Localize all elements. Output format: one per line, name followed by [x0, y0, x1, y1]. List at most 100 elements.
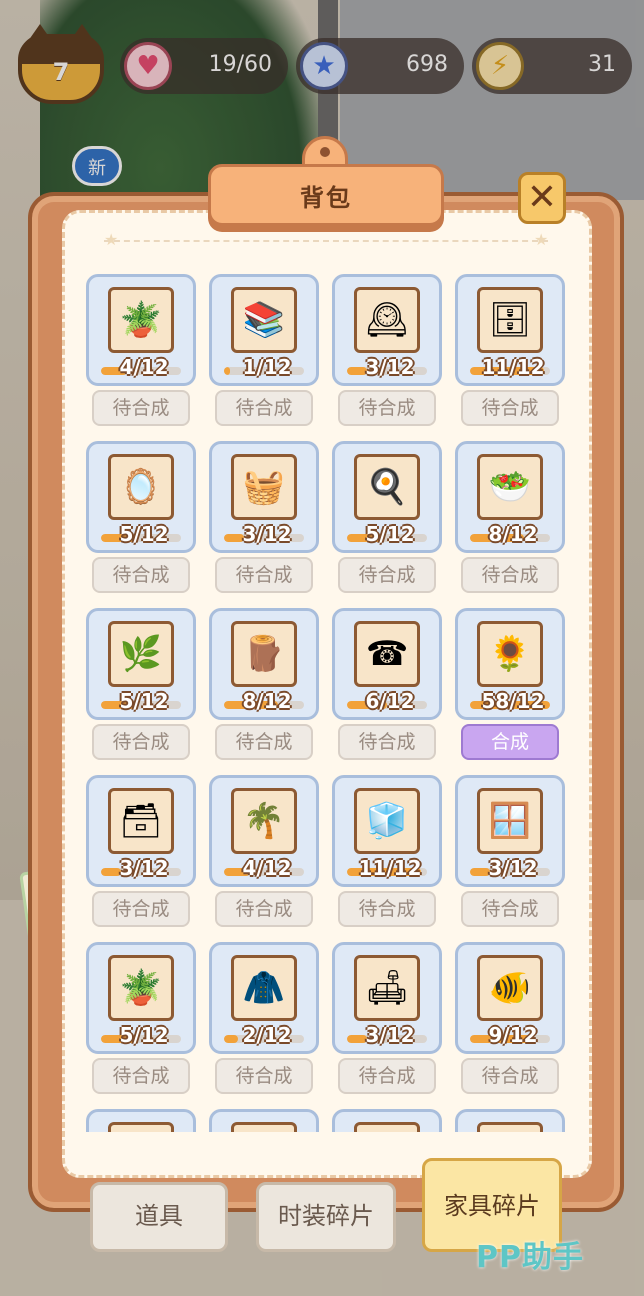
pending-synthesis-button[interactable]: 待合成	[92, 724, 190, 760]
item-card[interactable]: 🪴 5/12	[86, 942, 196, 1054]
star-icon: ★	[104, 230, 119, 249]
item-card[interactable]: 🗄 11/12	[455, 274, 565, 386]
item-count: 4/12	[119, 355, 169, 379]
item-card[interactable]: 🪟 3/12	[455, 775, 565, 887]
item-card[interactable]: 🌴 4/12	[209, 775, 319, 887]
item-cell: 🧺 3/12 待合成	[209, 441, 319, 608]
pending-synthesis-button[interactable]: 待合成	[215, 390, 313, 426]
partial-item-3-icon: 📦	[354, 1122, 420, 1132]
palm-plant-icon: 🌴	[231, 788, 297, 854]
item-card[interactable]: 🌻 58/12	[455, 608, 565, 720]
side-table-icon: 🗄	[477, 287, 543, 353]
item-card[interactable]: 🌿 5/12	[86, 608, 196, 720]
item-count: 1/12	[242, 355, 292, 379]
pending-synthesis-button[interactable]: 待合成	[338, 557, 436, 593]
item-count: 2/12	[242, 1023, 292, 1047]
item-card[interactable]: 🕰 3/12	[332, 274, 442, 386]
pending-synthesis-button[interactable]: 待合成	[461, 1058, 559, 1094]
item-card[interactable]: 📚 1/12	[209, 274, 319, 386]
item-card[interactable]: 🗃 3/12	[86, 775, 196, 887]
pending-synthesis-button[interactable]: 待合成	[461, 390, 559, 426]
item-card[interactable]: 🥗 8/12	[455, 441, 565, 553]
item-cell: 🪑	[209, 1109, 319, 1132]
pending-synthesis-button[interactable]: 待合成	[338, 390, 436, 426]
item-cell: 📦	[332, 1109, 442, 1132]
item-count: 8/12	[488, 522, 538, 546]
item-cell: 🧊 11/12 待合成	[332, 775, 442, 942]
title-divider	[104, 240, 548, 242]
item-count: 3/12	[242, 522, 292, 546]
item-cell: 📚 1/12 待合成	[209, 274, 319, 441]
bookshelf-icon: 📚	[231, 287, 297, 353]
item-card[interactable]: 🧺 3/12	[209, 441, 319, 553]
item-card[interactable]: ☎ 6/12	[332, 608, 442, 720]
pending-synthesis-button[interactable]: 待合成	[338, 891, 436, 927]
pending-synthesis-button[interactable]: 待合成	[338, 724, 436, 760]
item-count: 11/12	[358, 856, 422, 880]
item-card[interactable]: 🪴 4/12	[86, 274, 196, 386]
item-card[interactable]: 🖼	[455, 1109, 565, 1132]
partial-item-4-icon: 🖼	[477, 1122, 543, 1132]
item-card[interactable]: 🧥 2/12	[209, 942, 319, 1054]
close-button[interactable]: ✕	[518, 172, 566, 224]
hanging-plant-icon: 🌿	[108, 621, 174, 687]
item-cell: 🧥 2/12 待合成	[209, 942, 319, 1109]
item-card[interactable]: 🛋 3/12	[332, 942, 442, 1054]
pending-synthesis-button[interactable]: 待合成	[92, 891, 190, 927]
item-cell: 🌿 5/12 待合成	[86, 608, 196, 775]
pending-synthesis-button[interactable]: 待合成	[215, 891, 313, 927]
item-card[interactable]: 📦	[332, 1109, 442, 1132]
stove-icon: 🍳	[354, 454, 420, 520]
watermark: PP助手	[476, 1240, 584, 1275]
tab-fashion-fragments[interactable]: 时装碎片	[256, 1182, 396, 1252]
pending-synthesis-button[interactable]: 待合成	[461, 891, 559, 927]
item-grid-scroll[interactable]: 🪴 4/12 待合成 📚 1/12 待合成 🕰 3/12 待合成 🗄 11/12 待合成 🪞 5/12 待合…	[62, 258, 592, 1132]
item-card[interactable]: 🧊 11/12	[332, 775, 442, 887]
item-count: 9/12	[488, 1023, 538, 1047]
pending-synthesis-button[interactable]: 待合成	[92, 390, 190, 426]
item-count: 3/12	[119, 856, 169, 880]
item-card[interactable]: 🪞 5/12	[86, 441, 196, 553]
item-card[interactable]: 🍳 5/12	[332, 441, 442, 553]
item-count: 58/12	[481, 689, 545, 713]
pending-synthesis-button[interactable]: 待合成	[338, 1058, 436, 1094]
item-cell: 🐠 9/12 待合成	[455, 942, 565, 1109]
synthesize-button[interactable]: 合成	[461, 724, 559, 760]
item-count: 3/12	[365, 355, 415, 379]
coat-rack-icon: 🧥	[231, 955, 297, 1021]
pending-synthesis-button[interactable]: 待合成	[215, 724, 313, 760]
item-cell: 🗃 3/12 待合成	[86, 775, 196, 942]
item-cell: ☎ 6/12 待合成	[332, 608, 442, 775]
item-cell: 🍳 5/12 待合成	[332, 441, 442, 608]
pending-synthesis-button[interactable]: 待合成	[215, 1058, 313, 1094]
item-count: 5/12	[119, 689, 169, 713]
refrigerator-icon: 🧊	[354, 788, 420, 854]
item-card[interactable]: 🐠 9/12	[455, 942, 565, 1054]
item-grid: 🪴 4/12 待合成 📚 1/12 待合成 🕰 3/12 待合成 🗄 11/12 待合成 🪞 5/12 待合…	[86, 274, 565, 1132]
item-cell: 🗄 11/12 待合成	[455, 274, 565, 441]
item-count: 5/12	[119, 522, 169, 546]
tab-items[interactable]: 道具	[90, 1182, 228, 1252]
item-cell: 🌱	[86, 1109, 196, 1132]
item-cell: 🖼	[455, 1109, 565, 1132]
item-cell: 🪵 8/12 待合成	[209, 608, 319, 775]
panel-title: 背包	[300, 184, 352, 212]
pending-synthesis-button[interactable]: 待合成	[92, 557, 190, 593]
monstera-plant-icon: 🪴	[108, 955, 174, 1021]
wall-shelf-plank-icon: 🪵	[231, 621, 297, 687]
cutting-board-icon: 🥗	[477, 454, 543, 520]
item-count: 5/12	[365, 522, 415, 546]
item-card[interactable]: 🪵 8/12	[209, 608, 319, 720]
item-count: 3/12	[365, 1023, 415, 1047]
pending-synthesis-button[interactable]: 待合成	[215, 557, 313, 593]
item-card[interactable]: 🌱	[86, 1109, 196, 1132]
item-cell: 🕰 3/12 待合成	[332, 274, 442, 441]
pending-synthesis-button[interactable]: 待合成	[92, 1058, 190, 1094]
item-count: 8/12	[242, 689, 292, 713]
flower-pot-icon: 🌻	[477, 621, 543, 687]
pending-synthesis-button[interactable]: 待合成	[461, 557, 559, 593]
lattice-screen-icon: 🪟	[477, 788, 543, 854]
wall-shelf-icon: 🧺	[231, 454, 297, 520]
item-card[interactable]: 🪑	[209, 1109, 319, 1132]
item-cell: 🪴 5/12 待合成	[86, 942, 196, 1109]
